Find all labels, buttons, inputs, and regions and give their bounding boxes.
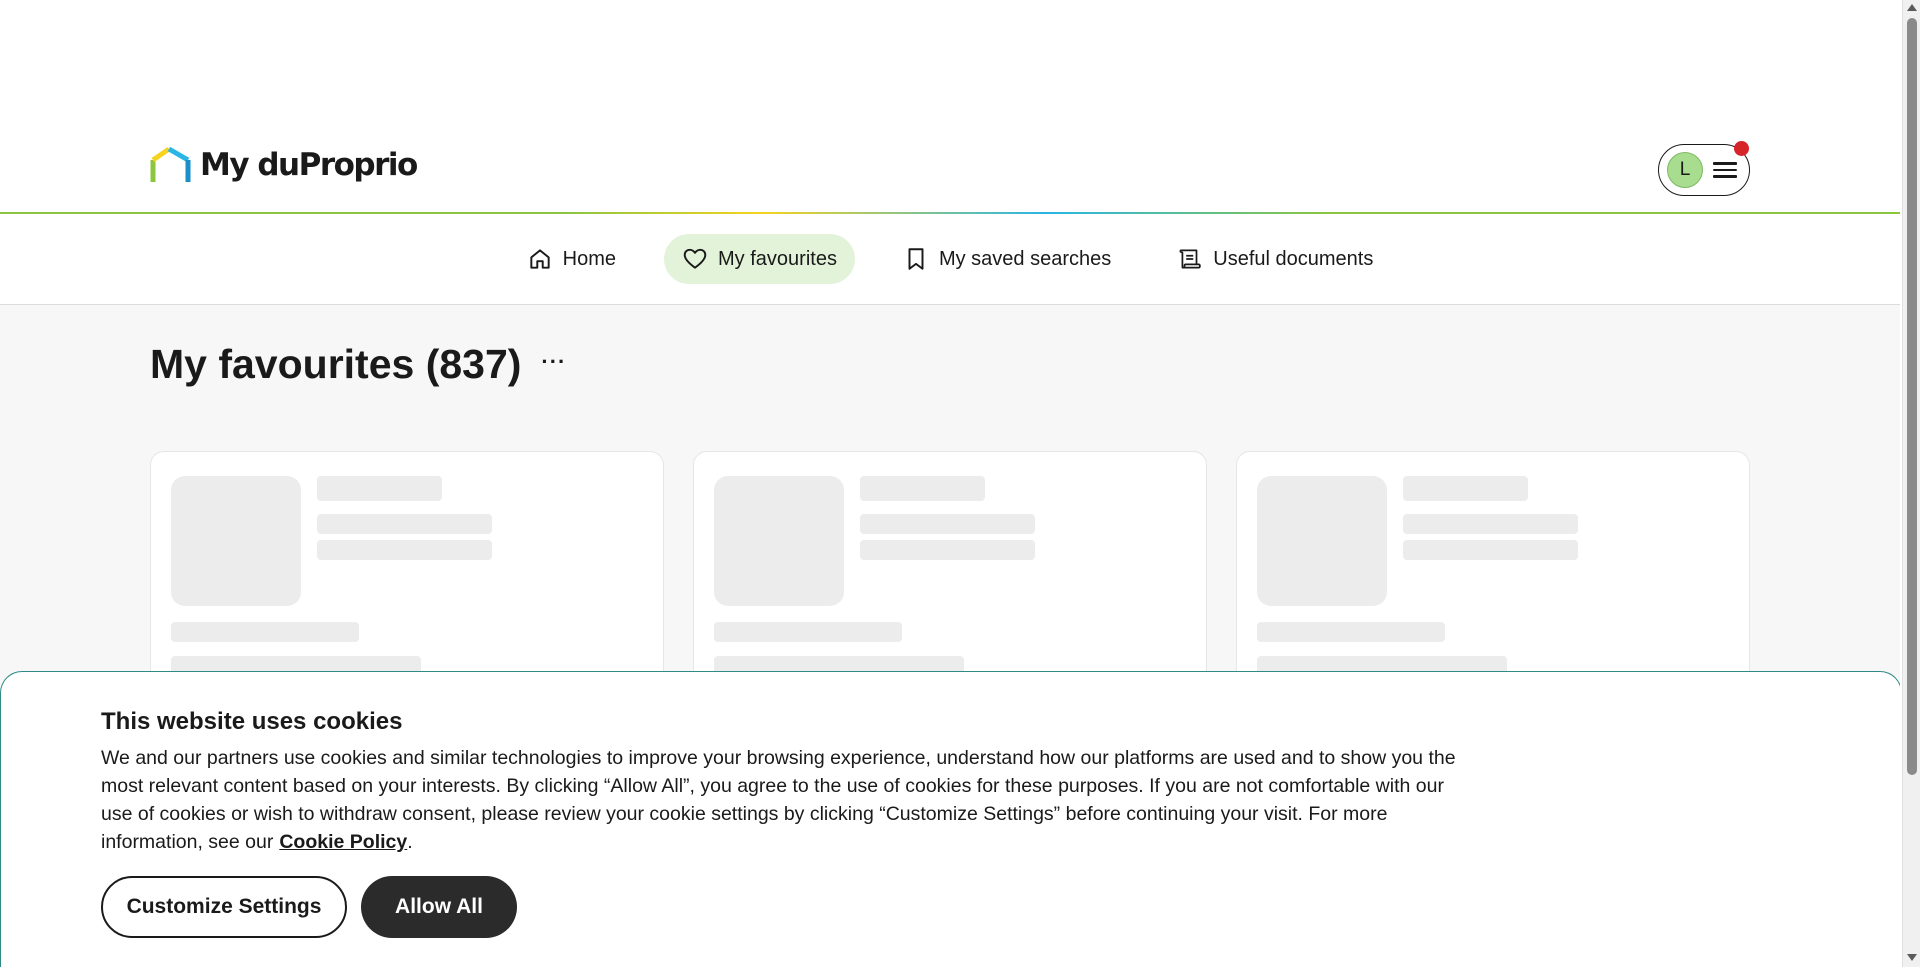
- hamburger-menu-icon: [1713, 162, 1737, 178]
- nav-item-label: My saved searches: [938, 247, 1112, 270]
- house-logo-icon: [150, 146, 191, 182]
- nav-item-home[interactable]: Home: [509, 234, 634, 284]
- nav-item-label: My favourites: [718, 247, 837, 270]
- skeleton-line: [1403, 540, 1578, 560]
- cookie-banner: This website uses cookies We and our par…: [0, 671, 1900, 967]
- skeleton-image: [714, 476, 844, 606]
- skeleton-line: [1403, 476, 1528, 501]
- avatar: L: [1667, 152, 1703, 188]
- customize-settings-button[interactable]: Customize Settings: [101, 876, 347, 938]
- skeleton-line: [860, 514, 1035, 534]
- scroll-down-arrow-icon[interactable]: [1907, 954, 1917, 961]
- home-icon: [530, 249, 550, 269]
- heart-icon: [683, 248, 707, 269]
- nav-item-label: Useful documents: [1213, 247, 1374, 270]
- nav-item-saved-searches[interactable]: My saved searches: [885, 234, 1129, 284]
- logo[interactable]: My duProprio: [150, 146, 418, 184]
- skeleton-line: [317, 476, 442, 501]
- scroll-up-arrow-icon[interactable]: [1907, 4, 1917, 11]
- nav-item-label: Home: [562, 247, 617, 270]
- skeleton-image: [1257, 476, 1387, 606]
- cookie-banner-title: This website uses cookies: [101, 708, 403, 735]
- document-scroll-icon: [1179, 249, 1201, 269]
- scroll-thumb[interactable]: [1907, 18, 1917, 775]
- skeleton-line: [714, 622, 902, 642]
- logo-text: My duProprio: [200, 147, 418, 183]
- main-navigation: Home My favourites My saved searches Use…: [0, 214, 1900, 305]
- cookie-banner-suffix: .: [407, 831, 413, 853]
- cookie-banner-text: We and our partners use cookies and simi…: [101, 744, 1461, 856]
- skeleton-line: [317, 540, 492, 560]
- skeleton-line: [317, 514, 492, 534]
- skeleton-line: [860, 540, 1035, 560]
- notification-dot: [1734, 141, 1749, 156]
- skeleton-line: [1257, 622, 1445, 642]
- allow-all-button[interactable]: Allow All: [361, 876, 517, 938]
- page-title-row: My favourites (837) ···: [150, 341, 566, 388]
- nav-item-useful-documents[interactable]: Useful documents: [1159, 234, 1391, 284]
- skeleton-line: [171, 622, 359, 642]
- bookmark-icon: [908, 248, 924, 270]
- cookie-policy-link[interactable]: Cookie Policy: [279, 831, 407, 853]
- nav-item-favourites[interactable]: My favourites: [664, 234, 855, 284]
- skeleton-line: [860, 476, 985, 501]
- site-header: My duProprio L: [0, 0, 1900, 214]
- account-menu-button[interactable]: L: [1658, 141, 1750, 196]
- more-options-button[interactable]: ···: [541, 349, 566, 375]
- page-title: My favourites (837): [150, 341, 522, 387]
- skeleton-line: [1403, 514, 1578, 534]
- skeleton-image: [171, 476, 301, 606]
- page: My duProprio L Home My favourites My sav…: [0, 0, 1900, 967]
- vertical-scrollbar[interactable]: [1902, 0, 1920, 967]
